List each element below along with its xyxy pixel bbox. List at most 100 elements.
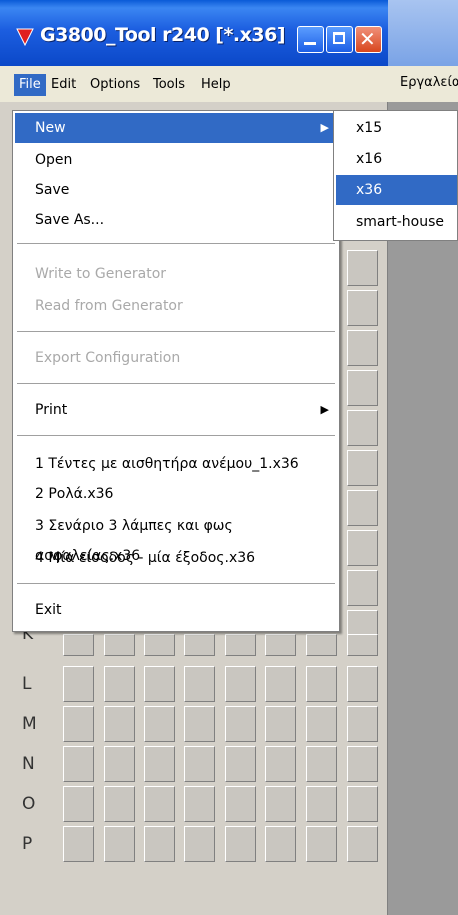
- grid-cell[interactable]: [265, 666, 296, 702]
- file-menu: New ▶ Open Save Save As... Write to Gene…: [12, 110, 340, 632]
- grid-cell[interactable]: [306, 786, 337, 822]
- submenu-arrow-icon: ▶: [320, 403, 329, 416]
- grid-cell[interactable]: [63, 746, 94, 782]
- menu-item-new[interactable]: New ▶: [15, 113, 337, 143]
- menu-separator: [17, 331, 335, 332]
- submenu-item-x36[interactable]: x36: [336, 175, 457, 205]
- submenu-item-smart-house[interactable]: smart-house: [336, 207, 457, 237]
- grid-cell[interactable]: [347, 826, 378, 862]
- grid-cell[interactable]: [306, 706, 337, 742]
- grid-cell[interactable]: [184, 786, 215, 822]
- grid-cell[interactable]: [347, 666, 378, 702]
- minimize-button[interactable]: [297, 26, 324, 53]
- grid-cell[interactable]: [184, 826, 215, 862]
- grid-cell[interactable]: [265, 634, 296, 656]
- menu-separator: [17, 383, 335, 384]
- grid-cell[interactable]: [225, 706, 256, 742]
- grid-cell[interactable]: [347, 450, 378, 486]
- grid-cell[interactable]: [63, 634, 94, 656]
- menu-edit[interactable]: Edit: [46, 74, 81, 96]
- menu-item-save[interactable]: Save: [15, 175, 337, 205]
- grid-cell[interactable]: [144, 826, 175, 862]
- grid-cell[interactable]: [63, 666, 94, 702]
- grid-cell[interactable]: [225, 746, 256, 782]
- app-icon: [16, 28, 34, 46]
- submenu-item-x15[interactable]: x15: [336, 113, 457, 143]
- grid-cell[interactable]: [306, 666, 337, 702]
- submenu-item-x16[interactable]: x16: [336, 144, 457, 174]
- row-label-l: L: [22, 674, 32, 694]
- menu-options[interactable]: Options: [85, 74, 145, 96]
- grid-cell[interactable]: [144, 706, 175, 742]
- grid-cell[interactable]: [104, 666, 135, 702]
- grid-cell[interactable]: [347, 570, 378, 606]
- menu-item-save-as[interactable]: Save As...: [15, 205, 337, 235]
- grid-cell[interactable]: [347, 330, 378, 366]
- recent-file-3[interactable]: 3 Σενάριο 3 λάμπες και φως ασφαλείας.x36: [15, 511, 337, 564]
- grid-cell[interactable]: [225, 786, 256, 822]
- grid-cell[interactable]: [104, 826, 135, 862]
- grid-cell[interactable]: [347, 250, 378, 286]
- grid-cell[interactable]: [63, 826, 94, 862]
- grid-cell[interactable]: [347, 634, 378, 656]
- row-label-m: M: [22, 714, 37, 734]
- grid-cell[interactable]: [347, 786, 378, 822]
- grid-cell[interactable]: [347, 746, 378, 782]
- menu-item-read-generator: Read from Generator: [35, 298, 183, 314]
- maximize-button[interactable]: [326, 26, 353, 53]
- grid-cell[interactable]: [265, 706, 296, 742]
- recent-file-1[interactable]: 1 Τέντες με αισθητήρα ανέμου_1.x36: [15, 449, 337, 479]
- recent-file-2[interactable]: 2 Ρολά.x36: [15, 479, 337, 509]
- grid-cell[interactable]: [63, 786, 94, 822]
- grid-cell[interactable]: [144, 746, 175, 782]
- minimize-icon: [304, 42, 316, 45]
- grid-cell[interactable]: [104, 706, 135, 742]
- background-window-titlebar: [388, 0, 458, 66]
- recent-file-4[interactable]: 4 Μία είσοδος - μία έξοδος.x36: [15, 543, 337, 573]
- menu-item-print[interactable]: Print ▶: [15, 395, 337, 425]
- menu-item-print-label: Print: [35, 402, 68, 418]
- menu-item-exit[interactable]: Exit: [15, 595, 337, 625]
- close-button[interactable]: ✕: [355, 26, 382, 53]
- grid-cell[interactable]: [144, 634, 175, 656]
- window-title: G3800_Tool r240 [*.x36]: [40, 24, 286, 46]
- grid-cell[interactable]: [184, 634, 215, 656]
- grid-cell[interactable]: [347, 706, 378, 742]
- grid-cell[interactable]: [225, 634, 256, 656]
- menu-help[interactable]: Help: [196, 74, 236, 96]
- grid-cell[interactable]: [306, 826, 337, 862]
- grid-cell[interactable]: [225, 826, 256, 862]
- menu-tools[interactable]: Tools: [148, 74, 190, 96]
- grid-cell[interactable]: [347, 530, 378, 566]
- grid-cell[interactable]: [104, 786, 135, 822]
- grid-cell[interactable]: [184, 706, 215, 742]
- menu-separator: [17, 243, 335, 244]
- grid-cell[interactable]: [265, 746, 296, 782]
- grid-cell[interactable]: [104, 746, 135, 782]
- menubar: File Edit Options Tools Help: [0, 66, 388, 103]
- grid-cell[interactable]: [265, 826, 296, 862]
- grid-cell[interactable]: [184, 746, 215, 782]
- submenu-arrow-icon: ▶: [320, 121, 329, 134]
- grid-cell[interactable]: [306, 634, 337, 656]
- menu-item-new-label: New: [35, 120, 66, 136]
- grid-cell[interactable]: [347, 410, 378, 446]
- background-menu-tools[interactable]: Εργαλεία: [400, 75, 458, 90]
- grid-cell[interactable]: [225, 666, 256, 702]
- grid-cell[interactable]: [347, 490, 378, 526]
- grid-cell[interactable]: [184, 666, 215, 702]
- grid-cell[interactable]: [347, 370, 378, 406]
- grid-cell[interactable]: [104, 634, 135, 656]
- grid-cell[interactable]: [306, 746, 337, 782]
- close-icon: ✕: [359, 27, 376, 51]
- grid-cell[interactable]: [265, 786, 296, 822]
- menu-file[interactable]: File: [14, 74, 46, 96]
- grid-cell[interactable]: [347, 290, 378, 326]
- menu-separator: [17, 435, 335, 436]
- row-label-o: O: [22, 794, 36, 814]
- menu-item-export-config: Export Configuration: [35, 350, 181, 366]
- grid-cell[interactable]: [144, 786, 175, 822]
- grid-cell[interactable]: [144, 666, 175, 702]
- menu-item-open[interactable]: Open: [15, 145, 337, 175]
- grid-cell[interactable]: [63, 706, 94, 742]
